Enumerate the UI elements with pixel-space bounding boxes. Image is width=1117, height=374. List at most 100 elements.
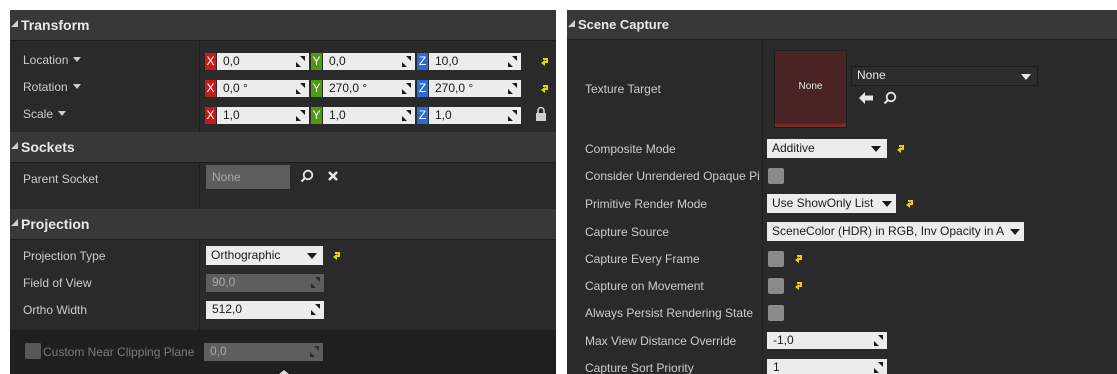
dropdown-arrow-icon — [871, 146, 881, 152]
transform-category-header[interactable]: Transform — [10, 10, 556, 41]
reset-to-default-icon[interactable] — [897, 145, 904, 153]
consider-unrendered-label: Consider Unrendered Opaque Pi — [585, 169, 760, 183]
drag-spin-icon — [311, 277, 320, 288]
projection-category-title: Projection — [21, 216, 90, 232]
drag-spin-icon — [296, 56, 305, 67]
scene-capture-category-header[interactable]: Scene Capture — [567, 10, 1117, 40]
parent-socket-label: Parent Socket — [23, 172, 99, 186]
scale-label[interactable]: Scale — [23, 107, 67, 121]
parent-socket-field[interactable]: None — [206, 165, 290, 189]
reset-to-default-icon[interactable] — [795, 255, 802, 263]
capture-source-combo[interactable]: SceneColor (HDR) in RGB, Inv Opacity in … — [767, 222, 1024, 241]
z-axis-label: Z — [417, 53, 428, 70]
projection-type-combo[interactable]: Orthographic — [206, 246, 323, 265]
drag-spin-icon — [402, 110, 411, 121]
rotation-z-field[interactable]: 270,0 ° — [429, 80, 521, 97]
lock-icon[interactable] — [535, 106, 547, 122]
capture-sort-priority-row: Capture Sort Priority 1 — [567, 354, 1117, 374]
location-z-field[interactable]: 10,0 — [429, 53, 521, 70]
scale-y-field[interactable]: 1,0 — [323, 107, 415, 124]
primitive-render-mode-row: Primitive Render Mode Use ShowOnly List — [567, 191, 1117, 216]
rotation-label[interactable]: Rotation — [23, 80, 81, 94]
max-view-distance-field[interactable]: -1,0 — [767, 332, 887, 349]
capture-on-movement-label: Capture on Movement — [585, 279, 704, 293]
dropdown-arrow-icon — [1010, 229, 1020, 235]
scene-capture-category-title: Scene Capture — [578, 17, 670, 32]
drag-spin-icon — [310, 346, 319, 357]
drag-spin-icon — [296, 110, 305, 121]
x-axis-label: X — [205, 107, 216, 124]
drag-spin-icon — [508, 56, 517, 67]
drag-spin-icon — [311, 304, 320, 315]
custom-near-clipping-row: Custom Near Clipping Plane 0,0 — [10, 340, 556, 364]
capture-every-frame-label: Capture Every Frame — [585, 252, 700, 266]
projection-type-label: Projection Type — [23, 249, 106, 263]
consider-unrendered-checkbox[interactable] — [768, 168, 784, 184]
reset-to-default-icon[interactable] — [541, 58, 548, 66]
ortho-width-field[interactable]: 512,0 — [206, 301, 324, 319]
primitive-render-mode-combo[interactable]: Use ShowOnly List — [767, 194, 896, 213]
drag-spin-icon — [508, 83, 517, 94]
location-dropdown-icon — [73, 57, 82, 62]
custom-near-clipping-checkbox[interactable] — [25, 343, 41, 359]
texture-type-stripe — [775, 124, 846, 127]
capture-source-label: Capture Source — [585, 225, 670, 239]
ortho-width-label: Ortho Width — [23, 303, 88, 317]
location-label[interactable]: Location — [23, 53, 82, 67]
custom-near-clipping-field: 0,0 — [204, 343, 323, 361]
scale-row: Scale X 1,0 Y 1,0 Z 1,0 — [10, 103, 556, 127]
reset-to-default-icon[interactable] — [795, 282, 802, 290]
always-persist-row: Always Persist Rendering State — [567, 300, 1117, 326]
scale-dropdown-icon — [58, 111, 67, 116]
always-persist-label: Always Persist Rendering State — [585, 306, 754, 320]
texture-thumbnail[interactable]: None — [774, 50, 847, 128]
rotation-x-field[interactable]: 0,0 ° — [217, 80, 309, 97]
location-y-field[interactable]: 0,0 — [323, 53, 415, 70]
sockets-category-header[interactable]: Sockets — [10, 132, 556, 163]
clear-icon[interactable] — [327, 170, 339, 182]
composite-mode-row: Composite Mode Additive — [567, 137, 1117, 162]
capture-every-frame-row: Capture Every Frame — [567, 246, 1117, 272]
category-collapse-icon — [11, 142, 18, 149]
texture-thumbnail-label: None — [798, 81, 823, 92]
details-panel-left: Transform Location X 0,0 Y 0,0 Z 10,0 Ro… — [10, 10, 556, 374]
drag-spin-icon — [296, 83, 305, 94]
composite-mode-combo[interactable]: Additive — [767, 139, 887, 158]
dropdown-arrow-icon — [1021, 74, 1031, 80]
reset-to-default-icon[interactable] — [541, 85, 548, 93]
max-view-distance-row: Max View Distance Override -1,0 — [567, 328, 1117, 352]
always-persist-checkbox[interactable] — [768, 305, 784, 321]
capture-on-movement-checkbox[interactable] — [768, 278, 784, 294]
z-axis-label: Z — [417, 80, 428, 97]
capture-sort-priority-field[interactable]: 1 — [767, 359, 887, 374]
location-row: Location X 0,0 Y 0,0 Z 10,0 — [10, 49, 556, 73]
rotation-dropdown-icon — [72, 84, 81, 89]
dropdown-arrow-icon — [882, 201, 892, 207]
location-x-field[interactable]: 0,0 — [217, 53, 309, 70]
drag-spin-icon — [508, 110, 517, 121]
projection-category-header[interactable]: Projection — [10, 209, 556, 240]
y-axis-label: Y — [311, 80, 322, 97]
advanced-expand-arrow-icon[interactable] — [278, 370, 290, 374]
rotation-y-field[interactable]: 270,0 ° — [323, 80, 415, 97]
texture-target-label: Texture Target — [585, 82, 661, 96]
search-icon[interactable] — [300, 169, 314, 183]
search-icon[interactable] — [883, 91, 897, 105]
texture-asset-combo[interactable]: None — [851, 66, 1038, 86]
texture-target-row: Texture Target None None — [567, 47, 1117, 132]
scale-x-field[interactable]: 1,0 — [217, 107, 309, 124]
primitive-render-mode-label: Primitive Render Mode — [585, 197, 708, 211]
use-selected-arrow-icon[interactable] — [859, 92, 873, 104]
reset-to-default-icon[interactable] — [906, 200, 913, 208]
max-view-distance-label: Max View Distance Override — [585, 334, 737, 348]
field-of-view-field: 90,0 — [206, 274, 324, 292]
drag-spin-icon — [874, 335, 883, 346]
custom-near-clipping-label: Custom Near Clipping Plane — [43, 345, 195, 359]
consider-unrendered-row: Consider Unrendered Opaque Pi — [567, 164, 1117, 189]
capture-every-frame-checkbox[interactable] — [768, 251, 784, 267]
reset-to-default-icon[interactable] — [333, 252, 340, 260]
y-axis-label: Y — [311, 53, 322, 70]
z-axis-label: Z — [417, 107, 428, 124]
projection-type-row: Projection Type Orthographic — [10, 243, 556, 269]
scale-z-field[interactable]: 1,0 — [429, 107, 521, 124]
